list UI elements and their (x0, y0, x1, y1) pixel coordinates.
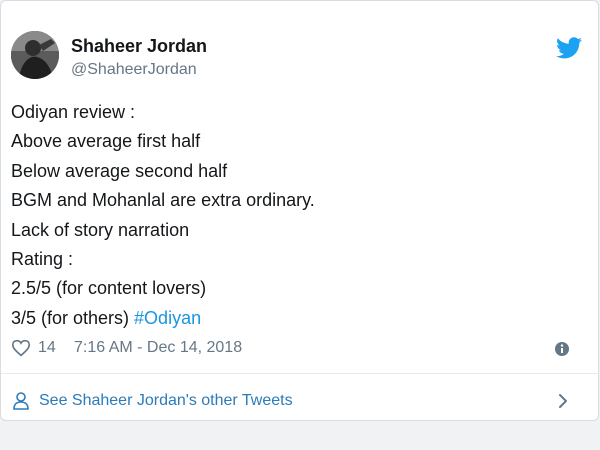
other-tweets-link[interactable]: See Shaheer Jordan's other Tweets (11, 389, 586, 415)
tweet-line-last: 3/5 (for others) #Odiyan (11, 304, 581, 333)
tweet-header: Shaheer Jordan @ShaheerJordan (11, 31, 591, 87)
twitter-bird-icon[interactable] (556, 37, 582, 59)
heart-icon[interactable] (11, 339, 31, 357)
chevron-right-icon[interactable] (556, 392, 570, 410)
person-icon (13, 392, 29, 410)
tweet-text: Odiyan review : Above average first half… (11, 98, 581, 333)
divider (1, 373, 600, 374)
tweet-line: Lack of story narration (11, 219, 190, 240)
tweet-line: 2.5/5 (for content lovers) (11, 278, 207, 299)
avatar-image (11, 31, 59, 79)
tweet-line: Above average first half (11, 131, 201, 152)
avatar[interactable] (11, 31, 59, 79)
tweet-line: 3/5 (for others) (11, 307, 135, 328)
tweet-line: Rating : (11, 249, 74, 270)
tweet-line: BGM and Mohanlal are extra ordinary. (11, 190, 315, 211)
info-icon[interactable] (554, 341, 570, 357)
hashtag-link[interactable]: #Odiyan (134, 308, 201, 328)
tweet-meta: 14 7:16 AM - Dec 14, 2018 (11, 336, 586, 362)
other-tweets-label[interactable]: See Shaheer Jordan's other Tweets (39, 392, 293, 410)
tweet-line: Odiyan review : (11, 102, 136, 122)
user-display-name[interactable]: Shaheer Jordan (71, 36, 207, 57)
tweet-timestamp[interactable]: 7:16 AM - Dec 14, 2018 (74, 339, 242, 357)
like-count[interactable]: 14 (38, 339, 56, 357)
embedded-tweet-card: Shaheer Jordan @ShaheerJordan Odiyan rev… (0, 0, 600, 421)
user-handle[interactable]: @ShaheerJordan (71, 61, 197, 79)
tweet-line: Below average second half (11, 160, 228, 181)
page: Shaheer Jordan @ShaheerJordan Odiyan rev… (0, 0, 600, 450)
